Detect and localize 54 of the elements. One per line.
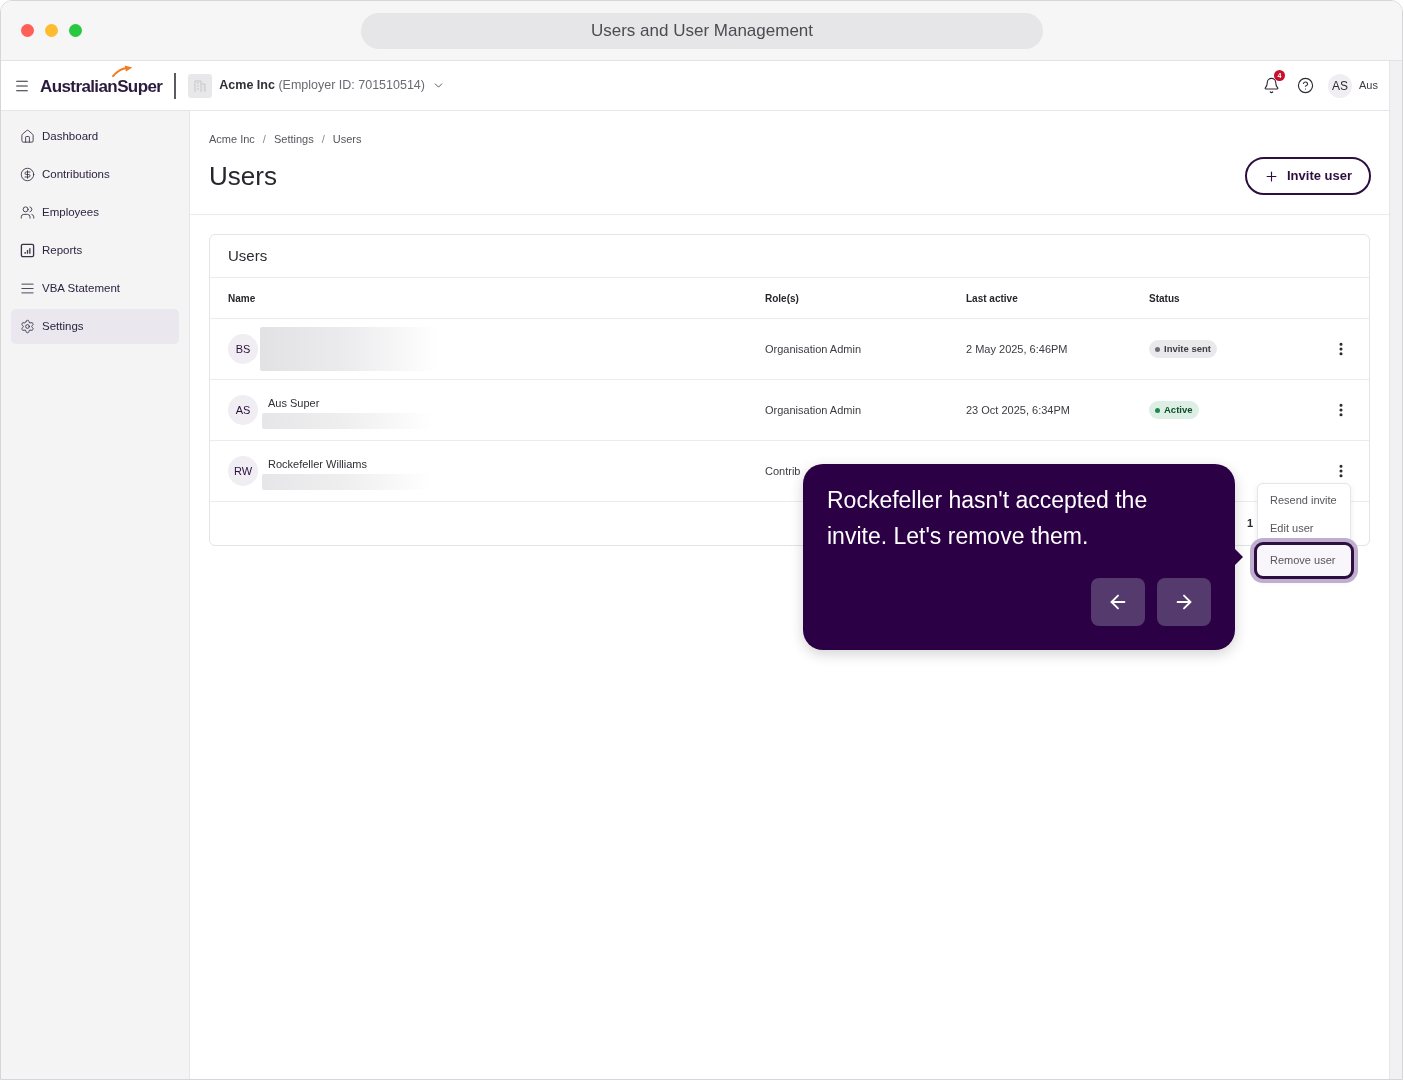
user-avatar: RW bbox=[228, 456, 258, 486]
user-name: Aus Super bbox=[268, 395, 321, 410]
user-name: Aus bbox=[1359, 78, 1378, 94]
next-button[interactable] bbox=[1157, 578, 1211, 626]
sidebar-item[interactable]: Employees bbox=[11, 195, 179, 230]
role-cell: Organisation Admin bbox=[765, 403, 861, 416]
user-avatar: BS bbox=[228, 334, 258, 364]
role-cell: Contrib bbox=[765, 464, 801, 477]
role-cell: Organisation Admin bbox=[765, 342, 861, 355]
settings-icon bbox=[20, 319, 35, 334]
organisation-selector[interactable]: Acme Inc (Employer ID: 701510514) bbox=[188, 73, 445, 98]
user-avatar[interactable]: AS bbox=[1328, 73, 1353, 98]
breadcrumb-separator: / bbox=[262, 132, 266, 146]
window-title: Users and User Management bbox=[361, 12, 1043, 49]
sidebar-item[interactable]: Dashboard bbox=[11, 119, 179, 154]
invite-user-button[interactable]: Invite user bbox=[1245, 157, 1371, 195]
previous-button[interactable] bbox=[1091, 578, 1145, 626]
swoosh-icon bbox=[112, 65, 133, 77]
user-avatar: AS bbox=[228, 395, 258, 425]
sidebar-item[interactable]: VBA Statement bbox=[11, 271, 179, 306]
menu-item[interactable]: Resend invite bbox=[1258, 486, 1350, 514]
column-header: Role(s) bbox=[765, 291, 799, 306]
breadcrumb-link[interactable]: Acme Inc bbox=[209, 132, 255, 146]
lines-icon bbox=[20, 281, 35, 296]
user-name: Rockefeller Williams bbox=[268, 456, 369, 471]
breadcrumb-current: Users bbox=[332, 132, 362, 146]
house-icon bbox=[20, 129, 35, 144]
card-title: Users bbox=[228, 245, 268, 266]
help-icon bbox=[1296, 77, 1314, 94]
column-header: Last active bbox=[966, 291, 1018, 306]
sidebar-item[interactable]: Contributions bbox=[11, 157, 179, 192]
tooltip-text: Rockefeller hasn't accepted the invite. Let's remove them. bbox=[826, 486, 1149, 551]
status-label: Active bbox=[1164, 404, 1193, 417]
column-header: Status bbox=[1149, 291, 1180, 306]
bell-icon bbox=[1262, 77, 1280, 94]
people-icon bbox=[20, 205, 35, 220]
column-header: Name bbox=[228, 291, 256, 306]
menu-item[interactable]: Edit user bbox=[1258, 514, 1350, 542]
sidebar-item[interactable]: Settings bbox=[11, 309, 179, 344]
building-icon bbox=[188, 73, 213, 98]
sidebar-item[interactable]: Reports bbox=[11, 233, 179, 268]
page-number[interactable]: 1 bbox=[1246, 515, 1253, 532]
last-active-cell: 2 May 2025, 6:46PM bbox=[966, 342, 1068, 355]
plus-icon bbox=[1264, 168, 1279, 184]
status-label: Invite sent bbox=[1164, 343, 1211, 356]
breadcrumb-link[interactable]: Settings bbox=[273, 132, 314, 146]
brand-logo-text: AustralianSuper bbox=[40, 76, 163, 98]
help-button[interactable] bbox=[1296, 76, 1315, 95]
breadcrumb-separator: / bbox=[321, 132, 325, 146]
page-title: Users bbox=[209, 160, 277, 192]
last-active-cell: 23 Oct 2025, 6:34PM bbox=[966, 403, 1070, 416]
window-close-button[interactable] bbox=[21, 24, 34, 37]
dollar-coin-icon bbox=[20, 167, 35, 182]
bar-chart-icon bbox=[20, 243, 35, 258]
